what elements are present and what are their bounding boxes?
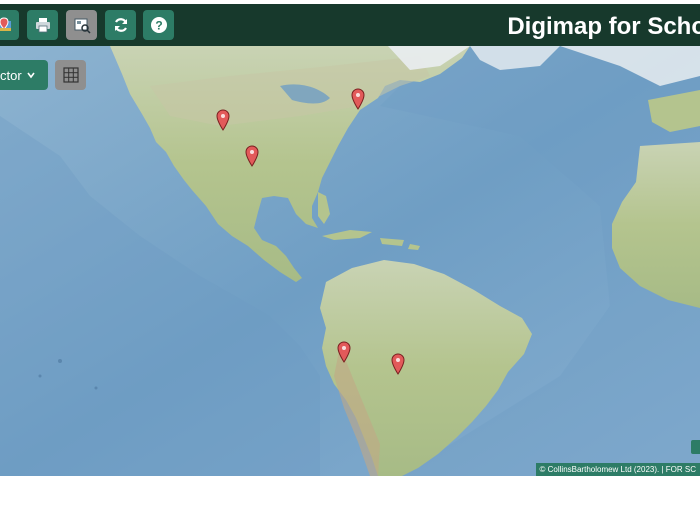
marker-pin-icon [216,109,230,131]
grid-toggle-button[interactable] [55,60,86,90]
map-base [0,46,700,476]
page-title: Digimap for Scho [507,13,700,40]
marker-pin-icon [337,341,351,363]
grid-icon [62,67,79,83]
print-icon [35,18,50,33]
side-panel-tab[interactable] [691,440,700,454]
app-window: ? Digimap for Scho ctor © CollinsBarthol… [0,0,700,476]
map-marker[interactable] [245,145,259,167]
map-marker[interactable] [337,341,351,363]
map-pin-icon [0,17,11,31]
screenshot-button[interactable] [66,10,97,40]
chevron-down-icon [27,72,35,79]
marker-pin-icon [391,353,405,375]
projection-selector[interactable]: ctor [0,60,48,90]
help-icon: ? [150,17,167,33]
map-attribution: © CollinsBartholomew Ltd (2023). | FOR S… [535,463,700,476]
selector-label: ctor [0,67,22,83]
marker-pin-icon [245,145,259,167]
map-marker[interactable] [391,353,405,375]
marker-pin-icon [351,88,365,110]
map-marker[interactable] [351,88,365,110]
svg-text:?: ? [155,19,162,33]
map-marker[interactable] [216,109,230,131]
map-pin-button[interactable] [0,10,19,40]
refresh-button[interactable] [105,10,136,40]
help-button[interactable]: ? [143,10,174,40]
map-view[interactable]: ctor © CollinsBartholomew Ltd (2023). | … [0,46,700,476]
screenshot-icon [74,18,91,34]
print-button[interactable] [27,10,58,40]
refresh-icon [114,18,127,32]
header-bar: ? Digimap for Scho [0,4,700,46]
